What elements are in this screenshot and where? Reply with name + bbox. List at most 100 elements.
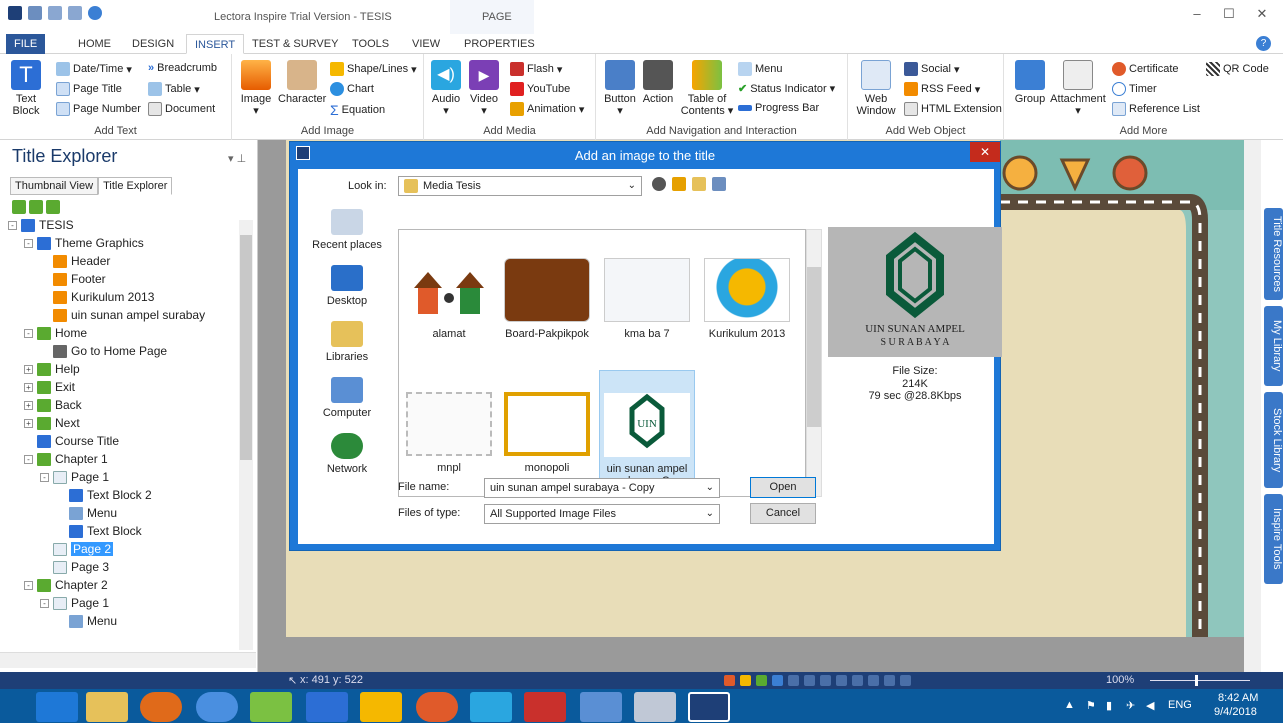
tree-scrollbar-thumb[interactable]: [240, 235, 252, 460]
zoom-slider-handle[interactable]: [1195, 675, 1198, 686]
tree-node[interactable]: Go to Home Page: [40, 342, 167, 360]
collapse-icon[interactable]: -: [24, 580, 33, 590]
file-name-input[interactable]: uin sunan ampel surabaya - Copy ⌄: [484, 478, 720, 498]
publish-icon[interactable]: [88, 6, 102, 20]
expand-all-icon[interactable]: [12, 200, 26, 214]
align-center-icon[interactable]: [804, 675, 815, 686]
tree-node[interactable]: - Theme Graphics: [24, 234, 144, 252]
back-icon[interactable]: [652, 177, 666, 191]
social-button[interactable]: Social ▾: [904, 62, 960, 76]
firefox-icon[interactable]: [140, 692, 182, 722]
canvas-vscrollbar[interactable]: [1244, 140, 1261, 672]
page-title-button[interactable]: Page Title: [56, 82, 122, 96]
tab-test-survey[interactable]: TEST & SURVEY: [244, 34, 346, 54]
tree-node[interactable]: Page 3: [40, 558, 109, 576]
file-item[interactable]: kma ba 7: [603, 258, 691, 340]
ie-icon[interactable]: [36, 692, 78, 722]
timer-button[interactable]: Timer: [1112, 82, 1157, 96]
run-icon[interactable]: [756, 675, 767, 686]
tab-insert[interactable]: INSERT: [186, 34, 245, 54]
collapse-icon[interactable]: -: [8, 220, 17, 230]
progress-bar-button[interactable]: Progress Bar: [738, 102, 819, 114]
help-icon[interactable]: ?: [1256, 36, 1271, 51]
place-network[interactable]: Network: [304, 433, 390, 475]
tree-node[interactable]: + Exit: [24, 378, 75, 396]
tree-node[interactable]: Menu: [56, 504, 117, 522]
collapse-icon[interactable]: -: [24, 454, 33, 464]
align-right-icon[interactable]: [820, 675, 831, 686]
close-window-button[interactable]: ✕: [1249, 6, 1275, 26]
tab-design[interactable]: DESIGN: [124, 34, 182, 54]
status-indicator-button[interactable]: ✔ Status Indicator ▾: [738, 82, 835, 96]
cancel-button[interactable]: Cancel: [750, 503, 816, 524]
video-button[interactable]: ▶ Video ▾: [466, 60, 502, 117]
side-tab-my-library[interactable]: My Library: [1264, 306, 1283, 386]
text-block-button[interactable]: T Text Block: [8, 60, 44, 117]
paint-icon[interactable]: [360, 692, 402, 722]
tree-node[interactable]: Kurikulum 2013: [40, 288, 154, 306]
media-player-icon[interactable]: [306, 692, 348, 722]
chrome-icon[interactable]: [196, 692, 238, 722]
distribute-icon[interactable]: [884, 675, 895, 686]
html-extension-button[interactable]: HTML Extension: [904, 102, 1002, 116]
tree-hscrollbar[interactable]: [0, 652, 256, 668]
same-size-icon[interactable]: [900, 675, 911, 686]
place-recent[interactable]: Recent places: [304, 209, 390, 251]
rss-feed-button[interactable]: RSS Feed ▾: [904, 82, 980, 96]
tab-view[interactable]: VIEW: [404, 34, 448, 54]
view-menu-icon[interactable]: [712, 177, 726, 191]
tab-title-explorer[interactable]: Title Explorer: [98, 177, 173, 195]
look-in-select[interactable]: Media Tesis ⌄: [398, 176, 642, 196]
tree-node[interactable]: Page 2: [40, 540, 114, 558]
tab-properties[interactable]: PROPERTIES: [456, 34, 543, 54]
tree-node[interactable]: + Back: [24, 396, 82, 414]
collapse-icon[interactable]: -: [24, 328, 33, 338]
file-item[interactable]: alamat: [405, 258, 493, 340]
collapse-all-icon[interactable]: [29, 200, 43, 214]
page-number-button[interactable]: Page Number: [56, 102, 141, 116]
animation-button[interactable]: Animation ▾: [510, 102, 584, 116]
pdf-icon[interactable]: [524, 692, 566, 722]
table-of-contents-button[interactable]: Table of Contents ▾: [678, 60, 736, 117]
flash-button[interactable]: Flash ▾: [510, 62, 562, 76]
side-tab-stock-library[interactable]: Stock Library: [1264, 392, 1283, 488]
save-icon[interactable]: [28, 6, 42, 20]
file-item[interactable]: Kurikulum 2013: [703, 258, 791, 340]
airplane-icon[interactable]: ✈: [1126, 699, 1135, 712]
tree-node[interactable]: - Chapter 2: [24, 576, 108, 594]
align-bottom-icon[interactable]: [868, 675, 879, 686]
side-tab-title-resources[interactable]: Title Resources: [1264, 208, 1283, 300]
new-folder-icon[interactable]: [692, 177, 706, 191]
app-icon[interactable]: [250, 692, 292, 722]
file-explorer-icon[interactable]: [86, 692, 128, 722]
tray-chevron-icon[interactable]: ▲: [1064, 699, 1075, 711]
open-button[interactable]: Open: [750, 477, 816, 498]
browser-icon[interactable]: [416, 692, 458, 722]
date-time-button[interactable]: Date/Time ▾: [56, 62, 132, 76]
tab-home[interactable]: HOME: [70, 34, 119, 54]
breadcrumb-button[interactable]: » Breadcrumb: [148, 62, 217, 74]
button-button[interactable]: Button ▾: [600, 60, 640, 117]
expand-icon[interactable]: +: [24, 418, 33, 428]
lectora-taskbar-icon[interactable]: [688, 692, 730, 722]
tree-node[interactable]: Header: [40, 252, 110, 270]
collapse-icon[interactable]: -: [40, 472, 49, 482]
tree-node[interactable]: - Home: [24, 324, 87, 342]
attachment-button[interactable]: Attachment ▾: [1050, 60, 1106, 117]
error-check-icon[interactable]: [724, 675, 735, 686]
tree-node[interactable]: + Next: [24, 414, 80, 432]
tree-node[interactable]: Text Block: [56, 522, 142, 540]
align-middle-icon[interactable]: [852, 675, 863, 686]
action-button[interactable]: Action: [640, 60, 676, 105]
expand-icon[interactable]: +: [24, 364, 33, 374]
undo-icon[interactable]: [48, 6, 62, 20]
expand-icon[interactable]: +: [24, 400, 33, 410]
tray-flag-icon[interactable]: ⚑: [1086, 699, 1096, 712]
tree-node[interactable]: uin sunan ampel surabay: [40, 306, 205, 324]
tab-thumbnail-view[interactable]: Thumbnail View: [10, 177, 99, 195]
place-libraries[interactable]: Libraries: [304, 321, 390, 363]
align-top-icon[interactable]: [836, 675, 847, 686]
document-button[interactable]: Document: [148, 102, 215, 116]
clock-date[interactable]: 9/4/2018: [1214, 706, 1257, 718]
tool-icon[interactable]: [634, 692, 676, 722]
